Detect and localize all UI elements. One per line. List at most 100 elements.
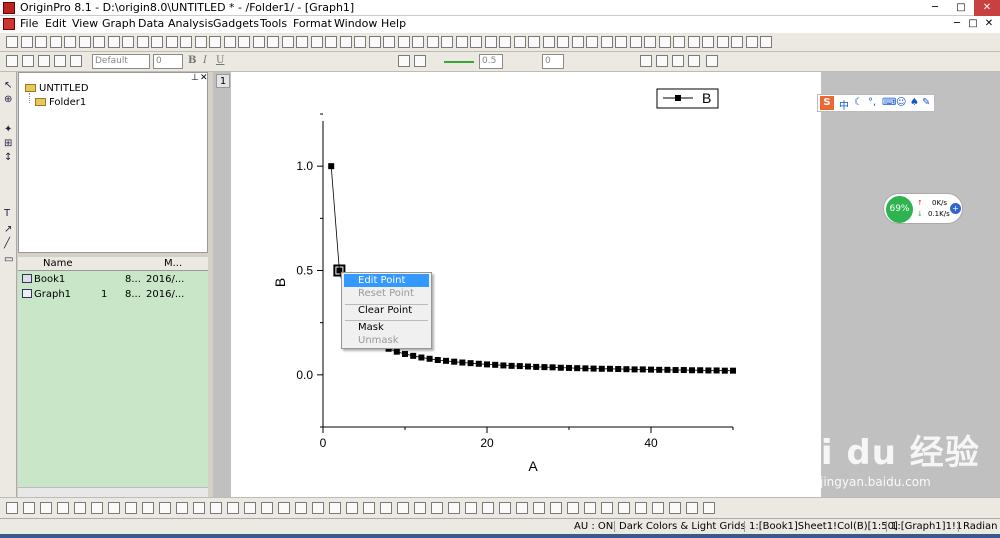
toolbar-button[interactable] <box>238 36 250 48</box>
pin-icon[interactable]: ⊥ <box>191 73 199 83</box>
toolbar-button[interactable] <box>325 36 337 48</box>
toolbar-button[interactable] <box>125 502 137 514</box>
toolbar-button[interactable] <box>630 36 642 48</box>
menu-mask[interactable]: Mask <box>344 321 429 334</box>
toolbar-button[interactable] <box>431 502 443 514</box>
underline-button[interactable]: U <box>216 55 224 66</box>
toolbar-button[interactable] <box>514 36 526 48</box>
toolbar-button[interactable] <box>586 36 598 48</box>
toolbar-button[interactable] <box>640 55 652 67</box>
data-point[interactable] <box>434 357 441 364</box>
toolbar-button[interactable] <box>35 36 47 48</box>
toolbar-button[interactable] <box>557 36 569 48</box>
toolbar-button[interactable] <box>550 502 562 514</box>
close-button[interactable]: ✕ <box>974 0 1000 16</box>
data-point[interactable] <box>541 364 548 371</box>
toolbar-button[interactable] <box>50 36 62 48</box>
data-reader-icon[interactable]: ⊞ <box>4 138 12 149</box>
italic-button[interactable]: I <box>203 55 207 66</box>
line-tool-icon[interactable]: ╱ <box>4 238 10 249</box>
mdi-close-button[interactable]: ✕ <box>982 17 996 31</box>
toolbar-button[interactable] <box>414 502 426 514</box>
menu-file[interactable]: File <box>20 17 38 30</box>
data-point[interactable] <box>697 367 704 374</box>
toolbar-button[interactable] <box>383 36 395 48</box>
layer-tab[interactable]: 1 <box>216 74 230 88</box>
toolbar-button[interactable] <box>108 36 120 48</box>
toolbar-button[interactable] <box>282 36 294 48</box>
column-name[interactable]: Name <box>43 258 73 269</box>
bold-button[interactable]: B <box>188 55 196 66</box>
toolbar-button[interactable] <box>499 36 511 48</box>
data-point[interactable] <box>500 362 507 369</box>
toolbar-button[interactable] <box>166 36 178 48</box>
menu-tools[interactable]: Tools <box>260 17 287 30</box>
toolbar-button[interactable] <box>22 55 34 67</box>
data-point[interactable] <box>508 362 515 369</box>
data-point[interactable] <box>533 363 540 370</box>
toolbar-button[interactable] <box>142 502 154 514</box>
toolbar-button[interactable] <box>567 502 579 514</box>
toolbar-button[interactable] <box>380 502 392 514</box>
data-point[interactable] <box>721 367 728 374</box>
sogou-icon[interactable]: S <box>820 96 834 110</box>
data-point[interactable] <box>705 367 712 374</box>
toolbar-button[interactable] <box>688 36 700 48</box>
toolbar-button[interactable] <box>615 36 627 48</box>
toolbar-button[interactable] <box>398 36 410 48</box>
screen-reader-icon[interactable]: ✦ <box>4 124 12 135</box>
toolbar-button[interactable] <box>224 36 236 48</box>
toolbar-button[interactable] <box>346 502 358 514</box>
data-point[interactable] <box>475 360 482 367</box>
toolbar-button[interactable] <box>329 502 341 514</box>
pattern-dropdown[interactable]: 0 <box>542 54 564 69</box>
toolbar-button[interactable] <box>717 36 729 48</box>
toolbar-button[interactable] <box>261 502 273 514</box>
pointer-tool-icon[interactable]: ↖ <box>4 80 12 91</box>
menu-clear-point[interactable]: Clear Point <box>344 304 429 317</box>
data-point[interactable] <box>664 366 671 373</box>
data-point[interactable] <box>680 367 687 374</box>
rectangle-tool-icon[interactable]: ▭ <box>4 254 13 265</box>
toolbar-button[interactable] <box>644 36 656 48</box>
menu-reset-point[interactable]: Reset Point <box>344 287 429 300</box>
toolbar-button[interactable] <box>499 502 511 514</box>
toolbar-button[interactable] <box>159 502 171 514</box>
toolbar-button[interactable] <box>210 502 222 514</box>
ime-mode[interactable]: 中 <box>839 97 849 112</box>
toolbar-button[interactable] <box>227 502 239 514</box>
data-point[interactable] <box>393 348 400 355</box>
network-speed-widget[interactable]: 69% ↑ 0K/s ↓ 0.1K/s + <box>883 193 963 224</box>
toolbar-button[interactable] <box>572 36 584 48</box>
menu-graph[interactable]: Graph <box>102 17 136 30</box>
toolbar-button[interactable] <box>528 36 540 48</box>
menu-data[interactable]: Data <box>138 17 164 30</box>
toolbar-button[interactable] <box>669 502 681 514</box>
toolbar-button[interactable] <box>686 502 698 514</box>
toolbar-button[interactable] <box>253 36 265 48</box>
toolbar-button[interactable] <box>482 502 494 514</box>
moon-icon[interactable]: ☾ <box>854 97 863 108</box>
data-point[interactable] <box>656 366 663 373</box>
toolbar-button[interactable] <box>54 55 66 67</box>
toolbar-button[interactable] <box>702 36 714 48</box>
data-point[interactable] <box>689 367 695 374</box>
toolbar-button[interactable] <box>108 502 120 514</box>
toolbar-button[interactable] <box>363 502 375 514</box>
toolbar-button[interactable] <box>369 36 381 48</box>
toolbar-button[interactable] <box>6 55 18 67</box>
data-point[interactable] <box>467 360 474 367</box>
toolbar-button[interactable] <box>340 36 352 48</box>
toolbar-button[interactable] <box>398 55 410 67</box>
data-point[interactable] <box>623 366 630 373</box>
data-point[interactable] <box>582 365 589 372</box>
toolbar-button[interactable] <box>427 36 439 48</box>
toolbar-button[interactable] <box>485 36 497 48</box>
toolbar-button[interactable] <box>397 502 409 514</box>
data-point[interactable] <box>631 366 638 373</box>
toolbar-button[interactable] <box>93 36 105 48</box>
toolbar-button[interactable] <box>656 55 668 67</box>
toolbar-button[interactable] <box>180 36 192 48</box>
data-point[interactable] <box>402 350 408 357</box>
data-point[interactable] <box>516 363 523 370</box>
